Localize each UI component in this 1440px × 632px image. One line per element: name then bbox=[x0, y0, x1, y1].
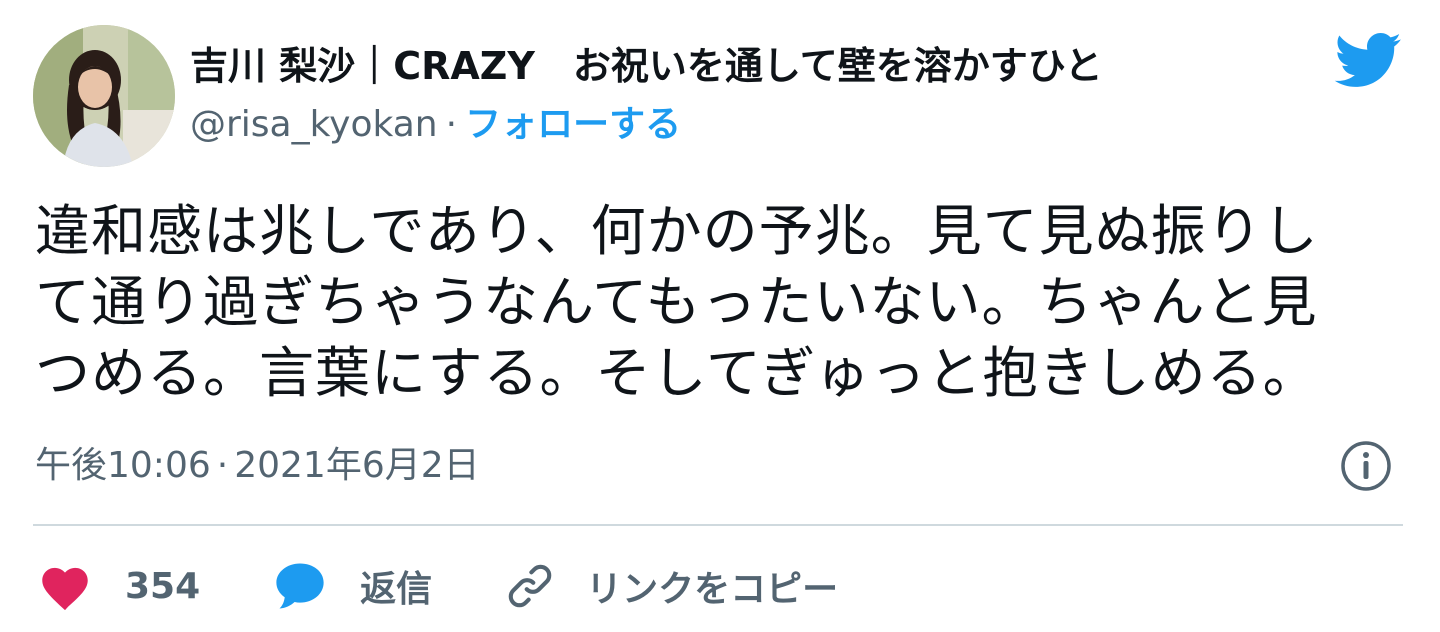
speech-bubble-icon bbox=[270, 556, 330, 616]
display-name[interactable]: 吉川 梨沙｜CRAZY お祝いを通して壁を溶かすひと bbox=[190, 40, 1310, 92]
copy-link-label: リンクをコピー bbox=[586, 569, 839, 610]
author-block: 吉川 梨沙｜CRAZY お祝いを通して壁を溶かすひと @risa_kyokan ·… bbox=[190, 40, 1310, 150]
tweet-card: 吉川 梨沙｜CRAZY お祝いを通して壁を溶かすひと @risa_kyokan ·… bbox=[0, 0, 1440, 632]
tweet-text: 違和感は兆しであり、何かの予兆。見て見ぬ振りし て通り過ぎちゃうなんてもったいな… bbox=[35, 199, 1319, 405]
like-button[interactable]: 354 bbox=[35, 556, 200, 616]
divider bbox=[33, 524, 1403, 526]
link-icon bbox=[500, 556, 560, 616]
reply-button[interactable]: 返信 bbox=[270, 556, 432, 616]
timestamp-row[interactable]: 午後10:06 · 2021年6月2日 bbox=[35, 440, 480, 492]
follow-button[interactable]: フォローする bbox=[465, 104, 681, 145]
reply-label: 返信 bbox=[360, 569, 433, 610]
separator-dot: · bbox=[445, 104, 458, 145]
heart-icon bbox=[35, 556, 95, 616]
user-handle[interactable]: @risa_kyokan bbox=[190, 104, 438, 145]
action-bar: 354 返信 リンクをコピー bbox=[35, 550, 838, 622]
twitter-bird-icon[interactable] bbox=[1332, 30, 1402, 90]
info-icon[interactable] bbox=[1340, 440, 1392, 492]
copy-link-button[interactable]: リンクをコピー bbox=[500, 556, 838, 616]
handle-row: @risa_kyokan · フォローする bbox=[190, 100, 1310, 150]
avatar-photo bbox=[33, 25, 175, 167]
tweet-time[interactable]: 午後10:06 bbox=[35, 445, 211, 486]
separator-dot: · bbox=[216, 445, 229, 486]
like-count: 354 bbox=[125, 565, 201, 607]
avatar[interactable] bbox=[33, 25, 175, 167]
tweet-date[interactable]: 2021年6月2日 bbox=[234, 445, 479, 486]
